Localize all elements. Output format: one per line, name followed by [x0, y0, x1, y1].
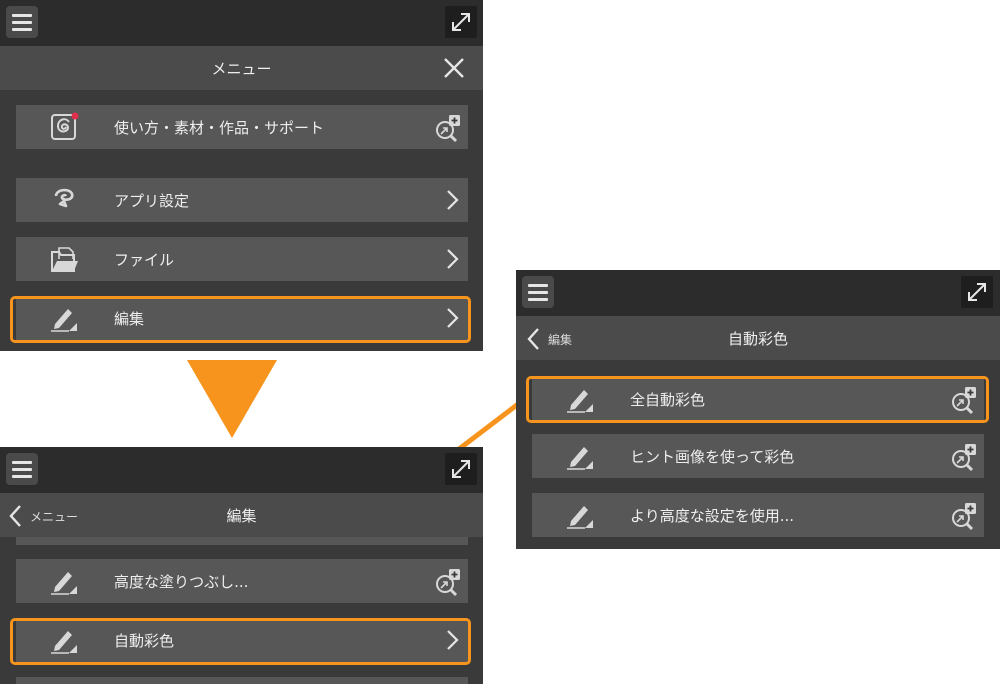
menu-item-label: 使い方・素材・作品・サポート — [114, 118, 325, 137]
zoom-plus-icon[interactable] — [950, 501, 980, 531]
menu-item-help[interactable]: 使い方・素材・作品・サポート — [16, 105, 468, 149]
pen-icon — [48, 565, 80, 597]
menu-item-label: ファイル — [114, 250, 175, 269]
menu-item-full-auto-color[interactable]: 全自動彩色 — [532, 377, 984, 421]
app-settings-icon — [48, 184, 80, 216]
chevron-right-icon — [440, 188, 464, 212]
file-icon — [48, 243, 80, 275]
page-title: メニュー — [211, 59, 272, 78]
menu-item-label: ヒント画像を使って彩色 — [630, 447, 795, 466]
menu-item-hint-color[interactable]: ヒント画像を使って彩色 — [532, 434, 984, 478]
expand-icon[interactable] — [445, 453, 477, 485]
pen-icon — [564, 499, 596, 531]
title-bar: メニュー 編集 — [0, 493, 483, 537]
close-icon[interactable] — [442, 56, 466, 84]
menu-panel: メニュー 使い方・素材・作品・サポート アプリ設定 ファイル 編集 — [0, 0, 483, 351]
menu-item-advanced-fill[interactable]: 高度な塗りつぶし... — [16, 559, 468, 603]
back-chevron-icon — [9, 505, 21, 527]
down-arrow-icon — [187, 360, 277, 438]
menu-icon[interactable] — [522, 276, 554, 308]
menu-item-edit[interactable]: 編集 — [16, 296, 468, 340]
zoom-plus-icon[interactable] — [434, 567, 464, 597]
back-button[interactable]: メニュー — [8, 505, 78, 527]
title-bar: 編集 自動彩色 — [516, 316, 1000, 360]
toolbar — [516, 270, 1000, 316]
expand-icon[interactable] — [961, 276, 993, 308]
toolbar — [0, 447, 483, 493]
toolbar — [0, 0, 483, 46]
menu-item-label: 高度な塗りつぶし... — [114, 572, 249, 591]
auto-color-panel: 編集 自動彩色 全自動彩色 ヒント画像を使って彩色 より高度な設定を使用... — [516, 270, 1000, 549]
list-item-partial — [16, 677, 468, 684]
help-icon — [48, 111, 80, 143]
menu-item-label: 編集 — [114, 309, 145, 328]
list-item-partial — [16, 537, 468, 545]
zoom-plus-icon[interactable] — [434, 113, 464, 143]
menu-item-label: アプリ設定 — [114, 191, 190, 210]
pen-icon — [48, 302, 80, 334]
chevron-right-icon — [440, 306, 464, 330]
title-bar: メニュー — [0, 46, 483, 90]
back-label: 編集 — [548, 332, 573, 347]
page-title: 編集 — [226, 506, 257, 525]
menu-item-label: より高度な設定を使用... — [630, 506, 795, 525]
pen-icon — [564, 440, 596, 472]
menu-item-file[interactable]: ファイル — [16, 237, 468, 281]
page-title: 自動彩色 — [727, 329, 788, 348]
zoom-plus-icon[interactable] — [950, 385, 980, 415]
menu-item-app-settings[interactable]: アプリ設定 — [16, 178, 468, 222]
menu-item-label: 自動彩色 — [114, 631, 175, 650]
pen-icon — [564, 383, 596, 415]
zoom-plus-icon[interactable] — [950, 442, 980, 472]
back-label: メニュー — [30, 509, 79, 524]
menu-icon[interactable] — [6, 6, 38, 38]
expand-icon[interactable] — [445, 6, 477, 38]
pen-icon — [48, 624, 80, 656]
menu-item-auto-color[interactable]: 自動彩色 — [16, 618, 468, 662]
chevron-right-icon — [440, 628, 464, 652]
edit-panel: メニュー 編集 高度な塗りつぶし... 自動彩色 — [0, 447, 483, 684]
chevron-right-icon — [440, 247, 464, 271]
back-button[interactable]: 編集 — [526, 328, 572, 350]
menu-item-label: 全自動彩色 — [630, 390, 706, 409]
menu-item-advanced-settings[interactable]: より高度な設定を使用... — [532, 493, 984, 537]
menu-icon[interactable] — [6, 453, 38, 485]
back-chevron-icon — [527, 328, 539, 350]
